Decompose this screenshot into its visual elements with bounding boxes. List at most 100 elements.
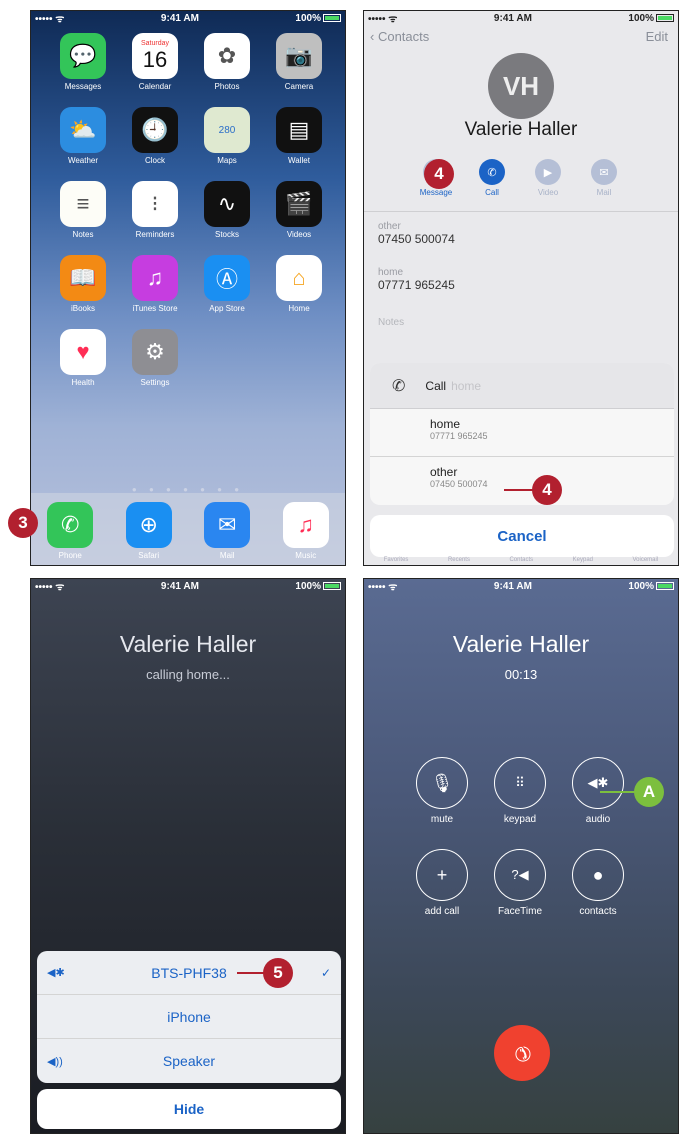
add-call-button[interactable]: + xyxy=(416,849,468,901)
app-videos[interactable]: 🎬 Videos xyxy=(263,181,335,239)
end-call-button[interactable]: ✆ xyxy=(494,1025,550,1081)
app-itunes-store[interactable]: ♫ iTunes Store xyxy=(119,255,191,313)
app-app-store[interactable]: Ⓐ App Store xyxy=(191,255,263,313)
action-label: Message xyxy=(419,188,453,197)
action-label: Call xyxy=(485,188,499,197)
call-duration: 00:13 xyxy=(504,667,538,682)
in-call-phone: ••••• ᯤ 9:41 AM 100% Valerie Haller 00:1… xyxy=(363,578,679,1134)
safari-icon: ⊕ xyxy=(125,502,172,548)
step-3-callout: 3 xyxy=(8,508,38,538)
call-option-home[interactable]: home 07771 965245 xyxy=(370,409,674,457)
dock-phone[interactable]: ✆ Phone xyxy=(47,502,94,560)
app-camera[interactable]: 📷 Camera xyxy=(263,33,335,91)
mute-button[interactable]: 🎙 xyxy=(416,757,468,809)
step-a-callout: A xyxy=(634,777,664,807)
phone-home[interactable]: home 07771 965245 xyxy=(378,267,455,292)
tab-favorites[interactable]: Favorites xyxy=(384,557,409,565)
notes-label: Notes xyxy=(378,317,405,328)
app-wallet[interactable]: ▤ Wallet xyxy=(263,107,335,165)
app-stocks[interactable]: ∿ Stocks xyxy=(191,181,263,239)
end-call-icon: ✆ xyxy=(507,1038,536,1067)
weather-icon: ⛅ xyxy=(60,107,106,153)
route-speaker[interactable]: ◀)) Speaker xyxy=(37,1039,341,1083)
app-calendar[interactable]: Saturday 16 Calendar xyxy=(119,33,191,91)
app-reminders[interactable]: ⁝ Reminders xyxy=(119,181,191,239)
audio-route-sheet: ◀✱ BTS-PHF38 ✓ iPhone ◀)) Speaker xyxy=(37,951,341,1083)
app-label: Home xyxy=(288,304,310,313)
app-settings[interactable]: ⚙ Settings xyxy=(119,329,191,387)
app-label: Settings xyxy=(140,378,170,387)
app-home[interactable]: ⌂ Home xyxy=(263,255,335,313)
tab-voicemail[interactable]: Voicemail xyxy=(633,557,659,565)
app-maps[interactable]: 280 Maps xyxy=(191,107,263,165)
control-label: mute xyxy=(430,814,454,825)
action-video[interactable]: ▶ Video xyxy=(520,159,576,197)
dock-mail[interactable]: ✉ Mail xyxy=(204,502,251,560)
status-bar: ••••• ᯤ 9:41 AM 100% xyxy=(31,11,345,25)
app-label: Wallet xyxy=(288,156,310,165)
tab-recents[interactable]: Recents xyxy=(448,557,470,565)
control-label: keypad xyxy=(503,814,537,825)
route-bluetooth[interactable]: ◀✱ BTS-PHF38 ✓ xyxy=(37,951,341,995)
settings-icon: ⚙ xyxy=(132,329,178,375)
app-clock[interactable]: 🕘 Clock xyxy=(119,107,191,165)
app-ibooks[interactable]: 📖 iBooks xyxy=(47,255,119,313)
tab-keypad[interactable]: Keypad xyxy=(573,557,593,565)
speaker-icon: ◀)) xyxy=(47,1055,63,1068)
dock-music[interactable]: ♫ Music xyxy=(282,502,329,560)
home-screen-phone: ••••• ᯤ 9:41 AM 100% 💬 Messages Saturday 16… xyxy=(30,10,346,566)
phone-other[interactable]: other 07450 500074 xyxy=(378,221,455,246)
dock-safari[interactable]: ⊕ Safari xyxy=(125,502,172,560)
app-label: Photos xyxy=(214,82,240,91)
app-health[interactable]: ♥ Health xyxy=(47,329,119,387)
control-label: audio xyxy=(585,814,611,825)
app-label: Calendar xyxy=(138,82,172,91)
callout-pointer xyxy=(600,791,636,793)
call-status: calling home... xyxy=(146,667,230,682)
app-weather[interactable]: ⛅ Weather xyxy=(47,107,119,165)
facetime-button[interactable]: ?◀ xyxy=(494,849,546,901)
app-label: Clock xyxy=(144,156,165,165)
app-label: Videos xyxy=(286,230,312,239)
audio-button[interactable]: ◀✱ xyxy=(572,757,624,809)
photos-icon: ✿ xyxy=(204,33,250,79)
app-label: iBooks xyxy=(70,304,95,313)
contact-name: Valerie Haller xyxy=(464,119,578,140)
home-icon: ⌂ xyxy=(276,255,322,301)
tab-contacts[interactable]: Contacts xyxy=(509,557,533,565)
ibooks-icon: 📖 xyxy=(60,255,106,301)
hide-button[interactable]: Hide xyxy=(37,1089,341,1129)
route-iphone[interactable]: iPhone xyxy=(37,995,341,1039)
app-messages[interactable]: 💬 Messages xyxy=(47,33,119,91)
edit-button[interactable]: Edit xyxy=(646,29,668,44)
video-icon: ▶ xyxy=(535,159,561,185)
keypad-button[interactable]: ⠿ xyxy=(494,757,546,809)
app-notes[interactable]: ≡ Notes xyxy=(47,181,119,239)
control-label: FaceTime xyxy=(497,906,543,917)
cancel-button[interactable]: Cancel xyxy=(370,515,674,557)
action-call[interactable]: ✆ Call xyxy=(464,159,520,197)
tab-bar: Favorites Recents Contacts Keypad Voicemail xyxy=(364,557,678,565)
mute-icon: 🎙 xyxy=(430,772,454,793)
back-button[interactable]: ‹ Contacts xyxy=(370,29,429,44)
app-photos[interactable]: ✿ Photos xyxy=(191,33,263,91)
reminders-icon: ⁝ xyxy=(132,181,178,227)
step-4-callout-top: 4 xyxy=(424,159,454,189)
phone-icon: ✆ xyxy=(47,502,94,548)
app-label: Stocks xyxy=(214,230,239,239)
app-label: Mail xyxy=(219,551,235,560)
wallet-icon: ▤ xyxy=(276,107,322,153)
notes-icon: ≡ xyxy=(60,181,106,227)
mail-icon: ✉ xyxy=(204,502,251,548)
action-mail[interactable]: ✉ Mail xyxy=(576,159,632,197)
videos-icon: 🎬 xyxy=(276,181,322,227)
contacts-button[interactable]: ● xyxy=(572,849,624,901)
call-icon: ✆ xyxy=(479,159,505,185)
camera-icon: 📷 xyxy=(276,33,322,79)
action-label: Mail xyxy=(596,188,612,197)
app-label: Reminders xyxy=(135,230,175,239)
music-icon: ♫ xyxy=(282,502,329,548)
call-option-other[interactable]: other 07450 500074 xyxy=(370,457,674,505)
action-label: Video xyxy=(537,188,559,197)
control-label: contacts xyxy=(579,906,617,917)
